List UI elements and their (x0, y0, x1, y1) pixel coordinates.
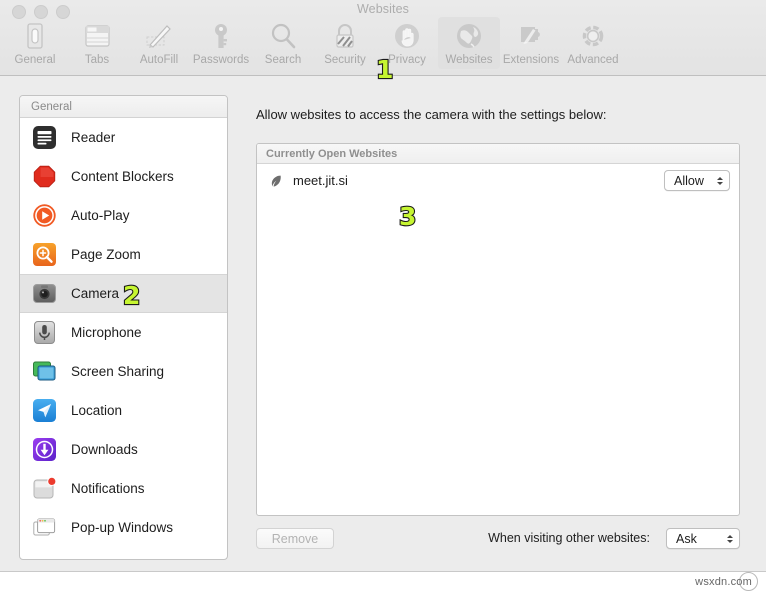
toolbar-item-search[interactable]: Search (252, 17, 314, 69)
pane-description: Allow websites to access the camera with… (256, 107, 607, 122)
toolbar-label: Tabs (84, 54, 110, 66)
toolbar-item-security[interactable]: Security (314, 17, 376, 69)
downloads-icon (31, 436, 58, 463)
default-permission-value: Ask (676, 531, 697, 546)
safari-preferences-window: Websites General Tabs AutoFill Passwords… (0, 0, 766, 595)
toolbar-label: Privacy (388, 54, 426, 66)
toolbar-label: Passwords (192, 54, 250, 66)
toolbar-item-websites[interactable]: Websites (438, 17, 500, 69)
toolbar-label: Advanced (567, 54, 619, 66)
sidebar-item-label: Notifications (71, 481, 145, 496)
toolbar-label: General (14, 54, 56, 66)
sidebar-header-label: General (31, 100, 72, 113)
sidebar-item-screen-sharing[interactable]: Screen Sharing (20, 352, 227, 391)
search-icon (267, 20, 299, 52)
page-zoom-icon (31, 241, 58, 268)
toolbar-label: Websites (445, 54, 493, 66)
default-permission-dropdown[interactable]: Ask (666, 528, 740, 549)
sidebar-item-notifications[interactable]: Notifications (20, 469, 227, 508)
site-permission-value: Allow (674, 173, 704, 188)
toolbar-label: Extensions (502, 54, 560, 66)
security-icon (329, 20, 361, 52)
preferences-content: General Reader Content Blockers Auto-Pla… (0, 76, 766, 571)
sidebar-item-label: Auto-Play (71, 208, 130, 223)
sidebar-item-content-blockers[interactable]: Content Blockers (20, 157, 227, 196)
sidebar-item-page-zoom[interactable]: Page Zoom (20, 235, 227, 274)
location-icon (31, 397, 58, 424)
extensions-icon (515, 20, 547, 52)
popup-windows-icon (31, 514, 58, 541)
notifications-icon (31, 475, 58, 502)
sidebar-item-popup-windows[interactable]: Pop-up Windows (20, 508, 227, 547)
auto-play-icon (31, 202, 58, 229)
sidebar-item-label: Pop-up Windows (71, 520, 174, 535)
site-permission-dropdown[interactable]: Allow (664, 170, 730, 191)
passwords-icon (205, 20, 237, 52)
list-header-label: Currently Open Websites (266, 147, 398, 160)
watermark-text: wsxdn.com (695, 576, 752, 588)
general-icon (19, 20, 51, 52)
toolbar-label: Search (264, 54, 302, 66)
tabs-icon (81, 20, 113, 52)
toolbar-item-passwords[interactable]: Passwords (190, 17, 252, 69)
table-row[interactable]: meet.jit.si Allow (257, 164, 739, 197)
content-blockers-icon (31, 163, 58, 190)
window-title: Websites (357, 2, 409, 16)
sidebar-item-auto-play[interactable]: Auto-Play (20, 196, 227, 235)
reader-icon (31, 124, 58, 151)
sidebar-header: General (20, 96, 227, 118)
websites-icon (453, 20, 485, 52)
preferences-toolbar: General Tabs AutoFill Passwords Search S… (4, 17, 624, 69)
sidebar-item-label: Content Blockers (71, 169, 174, 184)
titlebar: Websites General Tabs AutoFill Passwords… (0, 0, 766, 76)
toolbar-item-privacy[interactable]: Privacy (376, 17, 438, 69)
website-permissions-list: Currently Open Websites meet.jit.si Allo… (256, 143, 740, 516)
microphone-icon (31, 319, 58, 346)
default-permission-label: When visiting other websites: (488, 531, 650, 545)
camera-icon (31, 280, 58, 307)
toolbar-item-advanced[interactable]: Advanced (562, 17, 624, 69)
sidebar-item-label: Microphone (71, 325, 142, 340)
websites-category-sidebar: General Reader Content Blockers Auto-Pla… (19, 95, 228, 560)
sidebar-item-downloads[interactable]: Downloads (20, 430, 227, 469)
chevron-updown-icon (715, 174, 724, 188)
toolbar-item-general[interactable]: General (4, 17, 66, 69)
autofill-icon (143, 20, 175, 52)
remove-button[interactable]: Remove (256, 528, 334, 549)
sidebar-item-label: Location (71, 403, 123, 418)
chevron-updown-icon (725, 532, 734, 546)
advanced-icon (577, 20, 609, 52)
pane-footer: Remove When visiting other websites: Ask (256, 528, 740, 550)
sidebar-item-microphone[interactable]: Microphone (20, 313, 227, 352)
sidebar-item-label: Page Zoom (71, 247, 141, 262)
bottom-strip (0, 571, 766, 595)
remove-button-label: Remove (271, 531, 319, 546)
sidebar-item-reader[interactable]: Reader (20, 118, 227, 157)
sidebar-item-label: Downloads (71, 442, 138, 457)
screen-sharing-icon (31, 358, 58, 385)
sidebar-item-camera[interactable]: Camera (20, 274, 227, 313)
toolbar-item-autofill[interactable]: AutoFill (128, 17, 190, 69)
sidebar-item-label: Reader (71, 130, 116, 145)
sidebar-item-label: Camera (71, 286, 120, 301)
toolbar-item-tabs[interactable]: Tabs (66, 17, 128, 69)
camera-settings-pane: Allow websites to access the camera with… (245, 95, 750, 560)
sidebar-list: Reader Content Blockers Auto-Play Page Z… (20, 118, 227, 547)
toolbar-label: AutoFill (139, 54, 179, 66)
list-header: Currently Open Websites (257, 144, 739, 164)
privacy-icon (391, 20, 423, 52)
sidebar-item-label: Screen Sharing (71, 364, 165, 379)
toolbar-item-extensions[interactable]: Extensions (500, 17, 562, 69)
toolbar-label: Security (324, 54, 366, 66)
jitsi-leaf-icon (269, 174, 283, 188)
sidebar-item-location[interactable]: Location (20, 391, 227, 430)
